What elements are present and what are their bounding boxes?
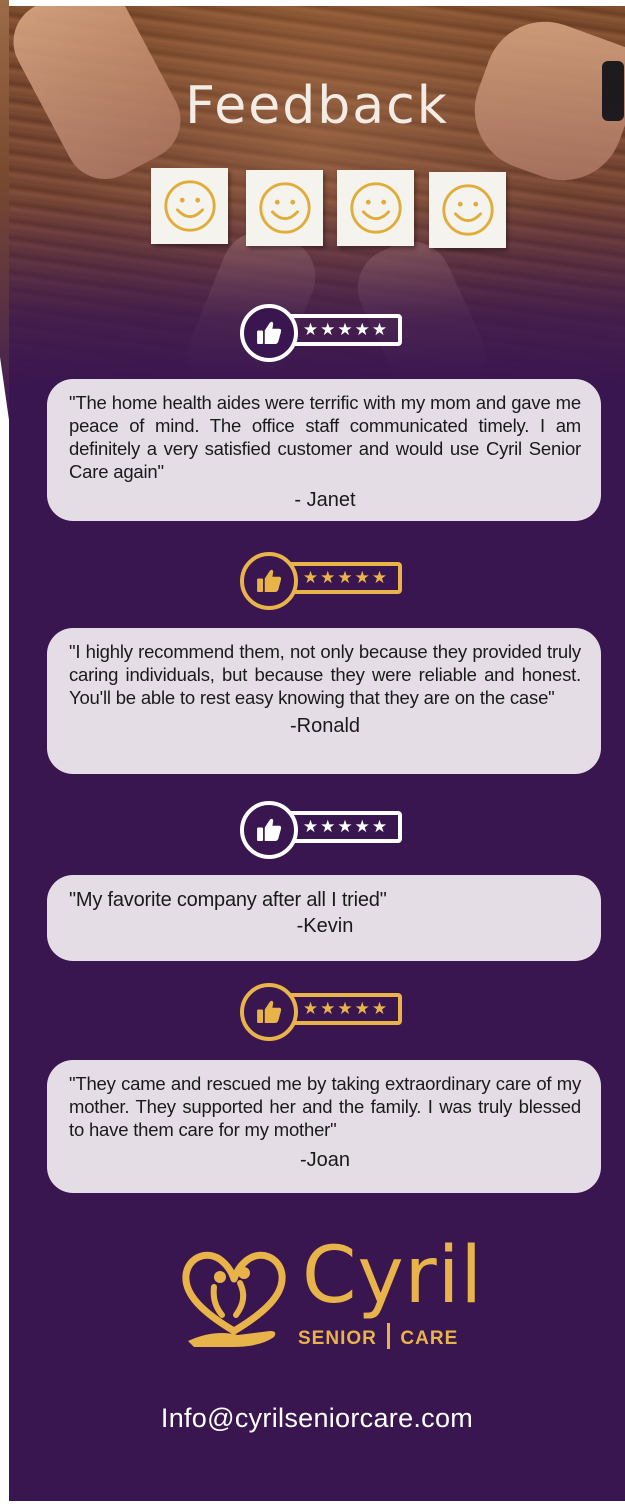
review-quote: "The home health aides were terrific wit…	[69, 392, 581, 482]
thumbs-up-icon	[257, 321, 282, 345]
smiley-cards	[151, 164, 511, 249]
thumbs-up-icon	[257, 569, 282, 593]
smiley-face-icon	[258, 182, 311, 234]
thumbs-up-badge	[240, 552, 298, 610]
review-author: -Kevin	[296, 915, 354, 937]
thumbs-up-icon	[257, 818, 282, 842]
thumbs-up-badge	[240, 304, 298, 362]
brand-divider	[387, 1323, 391, 1349]
heart-hand-icon	[182, 1251, 286, 1347]
rating-badge-2: ★★★★★	[240, 552, 410, 612]
stars-pill: ★★★★★	[280, 993, 402, 1025]
smiley-face-icon	[349, 182, 402, 234]
stars-pill: ★★★★★	[280, 811, 402, 843]
review-author: -Ronald	[289, 715, 361, 737]
thumbs-up-badge	[240, 983, 298, 1041]
review-author: - Janet	[294, 489, 356, 511]
five-stars-icon: ★★★★★	[302, 320, 390, 340]
stars-pill: ★★★★★	[280, 562, 402, 594]
feedback-panel: Feedback ★★★★★ "The home health aides we…	[9, 6, 625, 1501]
five-stars-icon: ★★★★★	[302, 817, 390, 837]
review-card-4: "They came and rescued me by taking extr…	[47, 1060, 601, 1193]
five-stars-icon: ★★★★★	[302, 568, 390, 588]
review-quote: "They came and rescued me by taking extr…	[69, 1073, 581, 1140]
review-card-1: "The home health aides were terrific wit…	[47, 379, 601, 521]
rating-badge-3: ★★★★★	[240, 801, 410, 861]
rating-badge-4: ★★★★★	[240, 983, 410, 1043]
page-title: Feedback	[185, 76, 449, 136]
review-card-2: "I highly recommend them, not only becau…	[47, 628, 601, 774]
brand-subtitle-right: CARE	[400, 1328, 459, 1349]
thumbs-up-icon	[257, 1000, 282, 1024]
review-quote: "I highly recommend them, not only becau…	[69, 641, 581, 708]
brand-name: Cyril	[302, 1231, 484, 1321]
smiley-card-3	[337, 170, 414, 246]
smiley-face-icon	[163, 180, 216, 232]
stars-pill: ★★★★★	[280, 314, 402, 346]
rating-badge-1: ★★★★★	[240, 304, 410, 364]
smiley-card-1	[151, 168, 228, 244]
review-card-3: "My favorite company after all I tried" …	[47, 875, 601, 961]
smiley-card-4	[429, 172, 506, 248]
five-stars-icon: ★★★★★	[302, 999, 390, 1019]
feedback-page: Feedback ★★★★★ "The home health aides we…	[0, 0, 625, 1507]
thumbs-up-badge	[240, 801, 298, 859]
review-author: -Joan	[299, 1149, 351, 1171]
brand-subtitle-left: SENIOR	[298, 1328, 377, 1349]
contact-email[interactable]: Info@cyrilseniorcare.com	[9, 1403, 625, 1434]
cyril-senior-care-logo: Cyril SENIOR CARE	[174, 1231, 484, 1353]
smiley-card-2	[246, 170, 323, 246]
smiley-face-icon	[441, 184, 494, 236]
brand-subtitle: SENIOR CARE	[298, 1323, 458, 1350]
review-quote: "My favorite company after all I tried"	[69, 889, 387, 911]
left-photo-edge	[0, 0, 9, 420]
